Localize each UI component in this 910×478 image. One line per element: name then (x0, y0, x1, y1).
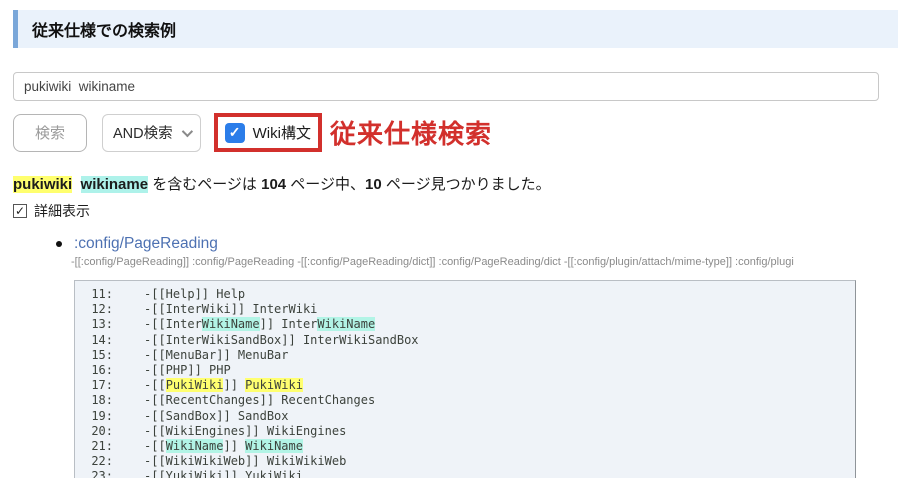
search-mode-select[interactable]: AND検索 (102, 114, 201, 152)
bullet-icon (56, 241, 62, 247)
text-segment: 104 (261, 176, 286, 193)
text-segment: ]] (223, 439, 245, 453)
wiki-syntax-checkbox[interactable]: ✓ (225, 123, 245, 143)
text-segment: -[[Help]] Help (144, 287, 245, 301)
code-line: 20: -[[WikiEngines]] WikiEngines (87, 424, 849, 439)
wiki-syntax-highlight-frame: ✓ Wiki構文 (214, 113, 322, 152)
code-line: 21:-[[WikiName]] WikiName (87, 439, 849, 454)
line-number: 12: (87, 302, 113, 317)
line-number: 21: (87, 439, 113, 454)
text-segment: ページ中、 (286, 176, 365, 193)
detail-view-row: ✓ 詳細表示 (13, 201, 898, 221)
text-segment: -[[ (144, 378, 166, 392)
section-header: 従来仕様での検索例 (13, 10, 898, 48)
code-line: 14: -[[InterWikiSandBox]] InterWikiSandBo… (87, 333, 849, 348)
text-segment: WikiName (245, 439, 303, 453)
line-number: 22: (87, 454, 113, 469)
text-segment: -[[WikiWikiWeb]] WikiWikiWeb (144, 454, 346, 468)
line-number: 15: (87, 348, 113, 363)
text-segment: WikiName (166, 439, 224, 453)
line-number: 16: (87, 363, 113, 378)
wiki-syntax-checkbox-label[interactable]: Wiki構文 (253, 122, 311, 143)
code-line: 23: -[[YukiWiki]] YukiWiki (87, 469, 849, 478)
detail-view-label[interactable]: 詳細表示 (34, 201, 90, 221)
code-line: 15: -[[MenuBar]] MenuBar (87, 348, 849, 363)
text-segment: ページ見つかりました。 (382, 176, 551, 193)
text-segment: -[[SandBox]] SandBox (144, 409, 289, 423)
code-line: 16: -[[PHP]] PHP (87, 363, 849, 378)
line-number: 23: (87, 469, 113, 478)
code-line: 19: -[[SandBox]] SandBox (87, 409, 849, 424)
text-segment: wikiname (81, 176, 149, 193)
line-number: 18: (87, 393, 113, 408)
text-segment (72, 176, 80, 193)
controls-row: 検索 AND検索 ✓ Wiki構文 従来仕様検索 (13, 113, 898, 152)
search-input[interactable] (13, 72, 879, 101)
text-segment: -[[PHP]] PHP (144, 363, 231, 377)
page-source-preview[interactable]: 11: -[[Help]] Help 12: -[[InterWiki]] Inter… (74, 280, 856, 478)
text-segment: -[[RecentChanges]] RecentChanges (144, 393, 375, 407)
section-title: 従来仕様での検索例 (32, 17, 176, 41)
result-list-item: :config/PageReading (13, 235, 898, 253)
line-number: 14: (87, 333, 113, 348)
text-segment: WikiName (202, 317, 260, 331)
result-page-link[interactable]: :config/PageReading (74, 235, 218, 253)
text-segment: -[[YukiWiki]] YukiWiki (144, 469, 303, 478)
code-line: 13:-[[InterWikiName]] InterWikiName (87, 317, 849, 332)
text-segment: -[[Inter (144, 317, 202, 331)
text-segment: ]] Inter (260, 317, 318, 331)
line-number: 11: (87, 287, 113, 302)
search-button[interactable]: 検索 (13, 114, 87, 152)
code-line: 22: -[[WikiWikiWeb]] WikiWikiWeb (87, 454, 849, 469)
text-segment: PukiWiki (245, 378, 303, 392)
text-segment: -[[InterWiki]] InterWiki (144, 302, 317, 316)
line-number: 17: (87, 378, 113, 393)
code-line: 11: -[[Help]] Help (87, 287, 849, 302)
text-segment: -[[ (144, 439, 166, 453)
text-segment: -[[InterWikiSandBox]] InterWikiSandBox (144, 333, 419, 347)
page: 従来仕様での検索例 検索 AND検索 ✓ Wiki構文 従来仕様検索 pukiw… (0, 0, 910, 478)
line-number: 13: (87, 317, 113, 332)
text-segment: を含むページは (148, 176, 261, 193)
detail-view-checkbox[interactable]: ✓ (13, 204, 27, 218)
text-segment: 10 (365, 176, 382, 193)
text-segment: -[[MenuBar]] MenuBar (144, 348, 289, 362)
chevron-down-icon (181, 125, 192, 136)
code-line: 12: -[[InterWiki]] InterWiki (87, 302, 849, 317)
code-line: 18: -[[RecentChanges]] RecentChanges (87, 393, 849, 408)
line-number: 19: (87, 409, 113, 424)
text-segment: PukiWiki (166, 378, 224, 392)
search-result-summary: pukiwiki wikiname を含むページは 104 ページ中、10 ペー… (13, 173, 898, 194)
legacy-search-annotation: 従来仕様検索 (330, 114, 492, 151)
text-segment: -[[WikiEngines]] WikiEngines (144, 424, 346, 438)
line-number: 20: (87, 424, 113, 439)
text-segment: ]] (223, 378, 245, 392)
text-segment: WikiName (317, 317, 375, 331)
search-mode-value: AND検索 (113, 122, 173, 143)
result-match-snippet: -[[:config/PageReading]] :config/PageRea… (13, 256, 909, 268)
code-line: 17:-[[PukiWiki]] PukiWiki (87, 378, 849, 393)
text-segment: pukiwiki (13, 176, 72, 193)
